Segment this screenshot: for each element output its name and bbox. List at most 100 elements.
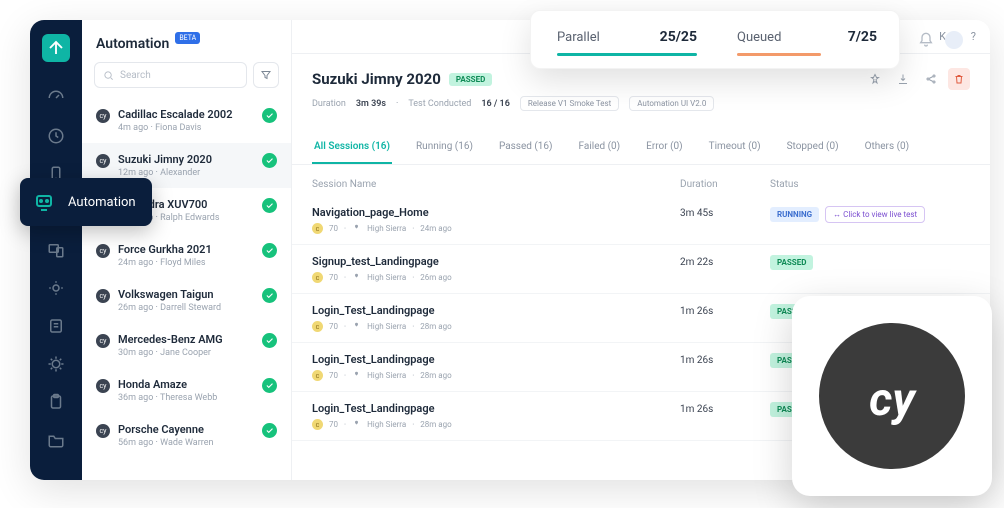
clipboard-icon[interactable]	[38, 384, 74, 420]
session-meta: c70·High Sierra·28m ago	[312, 370, 680, 381]
status-running: RUNNING	[770, 207, 819, 222]
filter-button[interactable]	[253, 62, 279, 88]
col-status: Status	[770, 179, 970, 190]
pass-icon	[262, 378, 277, 393]
test-item[interactable]: cyCadillac Escalade 20024m ago · Fiona D…	[82, 98, 291, 143]
session-duration: 2m 22s	[680, 255, 770, 268]
status-badge: PASSED	[449, 73, 492, 86]
queued-label: Queued	[737, 30, 781, 45]
test-meta: 12m ago · Alexander	[118, 168, 254, 178]
help-button[interactable]: ?	[971, 30, 976, 43]
pass-icon	[262, 153, 277, 168]
session-duration: 1m 26s	[680, 402, 770, 415]
visual-icon[interactable]	[38, 270, 74, 306]
robot-icon	[30, 188, 58, 216]
session-duration: 3m 45s	[680, 206, 770, 219]
tab[interactable]: Running (16)	[414, 131, 475, 164]
test-list: cy Cadillac Escalade 2002 4m ago · Fiona D…	[82, 98, 291, 480]
test-meta: 56m ago · Wade Warren	[118, 438, 254, 448]
test-name: Suzuki Jimny 2020	[118, 153, 254, 166]
left-panel: Automation BETA Search cy Cadillac Escala…	[82, 20, 292, 480]
test-name: Mercedes-Benz AMG	[118, 333, 254, 346]
brand-logo[interactable]	[42, 34, 70, 62]
bug-icon[interactable]	[38, 346, 74, 382]
status-passed: PASSED	[770, 255, 813, 270]
tab[interactable]: Stopped (0)	[785, 131, 841, 164]
avatar[interactable]	[945, 31, 963, 49]
queued-bar	[737, 53, 821, 56]
test-meta: 4m ago · Fiona Davis	[118, 123, 254, 133]
queue-overlay: Parallel 25/25 Queued 7/25	[530, 10, 900, 69]
session-duration: 1m 26s	[680, 353, 770, 366]
pass-icon	[262, 198, 277, 213]
test-meta: 36m ago · Theresa Webb	[118, 393, 254, 403]
test-item[interactable]: cyVolkswagen Taigun26m ago · Darrell Ste…	[82, 278, 291, 323]
parallel-label: Parallel	[557, 30, 600, 45]
responsive-icon[interactable]	[38, 232, 74, 268]
test-meta: 30m ago · Jane Cooper	[118, 348, 254, 358]
session-row[interactable]: Signup_test_Landingpage c70·High Sierra·2…	[292, 245, 990, 294]
tab[interactable]: Timeout (0)	[707, 131, 763, 164]
folder-icon[interactable]	[38, 422, 74, 458]
session-name: Login_Test_Landingpage	[312, 353, 680, 366]
cypress-logo: cy	[819, 323, 965, 469]
parallel-value: 25/25	[660, 29, 697, 45]
duration-value: 3m 39s	[356, 99, 386, 109]
nav-rail	[30, 20, 82, 480]
browser-icon: cy	[96, 379, 110, 393]
tag-chip[interactable]: Release V1 Smoke Test	[520, 96, 619, 111]
test-item[interactable]: cy Porsche Cayenne 56m ago · Wade Warren	[82, 413, 291, 458]
search-placeholder: Search	[120, 70, 151, 81]
clock-icon[interactable]	[38, 118, 74, 154]
nav-tooltip: Automation	[20, 178, 152, 226]
session-meta: c70·High Sierra·28m ago	[312, 321, 680, 332]
tab[interactable]: Failed (0)	[577, 131, 623, 164]
cypress-card: cy	[792, 296, 992, 496]
session-duration: 1m 26s	[680, 304, 770, 317]
live-test-button[interactable]: ↔ Click to view live test	[825, 206, 925, 223]
tag-chip[interactable]: Automation UI V2.0	[629, 96, 714, 111]
tab[interactable]: Passed (16)	[497, 131, 555, 164]
session-meta: c70·High Sierra·26m ago	[312, 272, 680, 283]
test-meta: 26m ago · Darrell Steward	[118, 303, 254, 313]
detail-title: Suzuki Jimny 2020	[312, 70, 441, 88]
test-name: Porsche Cayenne	[118, 423, 254, 436]
browser-icon: cy	[96, 154, 110, 168]
bell-icon[interactable]	[917, 31, 935, 49]
delete-button[interactable]	[948, 68, 970, 90]
session-meta: c70·High Sierra·28m ago	[312, 419, 680, 430]
page-title: Automation	[96, 36, 169, 52]
session-name: Signup_test_Landingpage	[312, 255, 680, 268]
session-name: Navigation_page_Home	[312, 206, 680, 219]
col-session-name: Session Name	[312, 179, 680, 190]
test-name: Force Gurkha 2021	[118, 243, 254, 256]
session-name: Login_Test_Landingpage	[312, 304, 680, 317]
browser-icon: cy	[96, 424, 110, 438]
test-name: Cadillac Escalade 2002	[118, 108, 254, 121]
download-button[interactable]	[892, 68, 914, 90]
browser-icon: cy	[96, 244, 110, 258]
tab[interactable]: Error (0)	[644, 131, 684, 164]
pass-icon	[262, 108, 277, 123]
parallel-bar	[557, 53, 697, 56]
pin-button[interactable]	[864, 68, 886, 90]
share-button[interactable]	[920, 68, 942, 90]
tooltip-label: Automation	[68, 195, 136, 210]
beta-badge: BETA	[175, 32, 200, 44]
tests-label: Test Conducted	[408, 99, 471, 109]
duration-label: Duration	[312, 99, 346, 109]
test-item[interactable]: cy Honda Amaze 36m ago · Theresa Webb	[82, 368, 291, 413]
tab[interactable]: Others (0)	[863, 131, 912, 164]
session-row[interactable]: Navigation_page_Homec70·High Sierra·24m …	[292, 196, 990, 245]
browser-icon: cy	[96, 289, 110, 303]
test-item[interactable]: cyForce Gurkha 202124m ago · Floyd Miles	[82, 233, 291, 278]
left-panel-header: Automation BETA	[82, 20, 291, 62]
pass-icon	[262, 288, 277, 303]
search-input[interactable]: Search	[94, 62, 247, 88]
test-item[interactable]: cyMercedes-Benz AMG30m ago · Jane Cooper	[82, 323, 291, 368]
pass-icon	[262, 243, 277, 258]
tab[interactable]: All Sessions (16)	[312, 131, 392, 164]
dashboard-icon[interactable]	[38, 80, 74, 116]
docs-icon[interactable]	[38, 308, 74, 344]
test-name: Honda Amaze	[118, 378, 254, 391]
